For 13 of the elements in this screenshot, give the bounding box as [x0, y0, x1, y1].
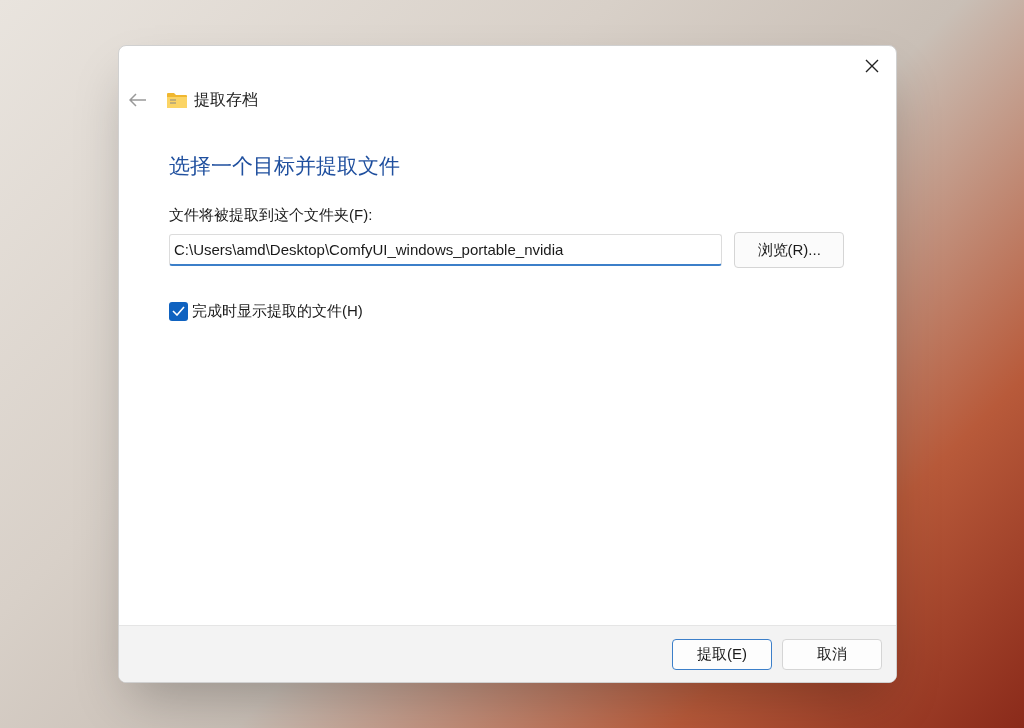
cancel-button[interactable]: 取消 — [782, 638, 882, 670]
back-button[interactable] — [129, 91, 147, 109]
destination-path-field[interactable]: C:\Users\amd\Desktop\ComfyUI_windows_portable_nvidia — [169, 234, 723, 266]
close-icon — [865, 59, 879, 73]
window-title: 提取存档 — [194, 90, 258, 110]
browse-button[interactable]: 浏览(R)... — [734, 232, 844, 268]
zip-folder-icon — [167, 92, 187, 108]
show-files-checkbox[interactable] — [169, 301, 188, 321]
back-arrow-icon — [129, 93, 147, 107]
extract-button[interactable]: 提取(E) — [672, 638, 772, 670]
dialog-heading: 选择一个目标并提取文件 — [169, 153, 401, 179]
destination-label: 文件将被提取到这个文件夹(F): — [169, 204, 374, 225]
show-files-label: 完成时显示提取的文件(H) — [192, 301, 363, 321]
